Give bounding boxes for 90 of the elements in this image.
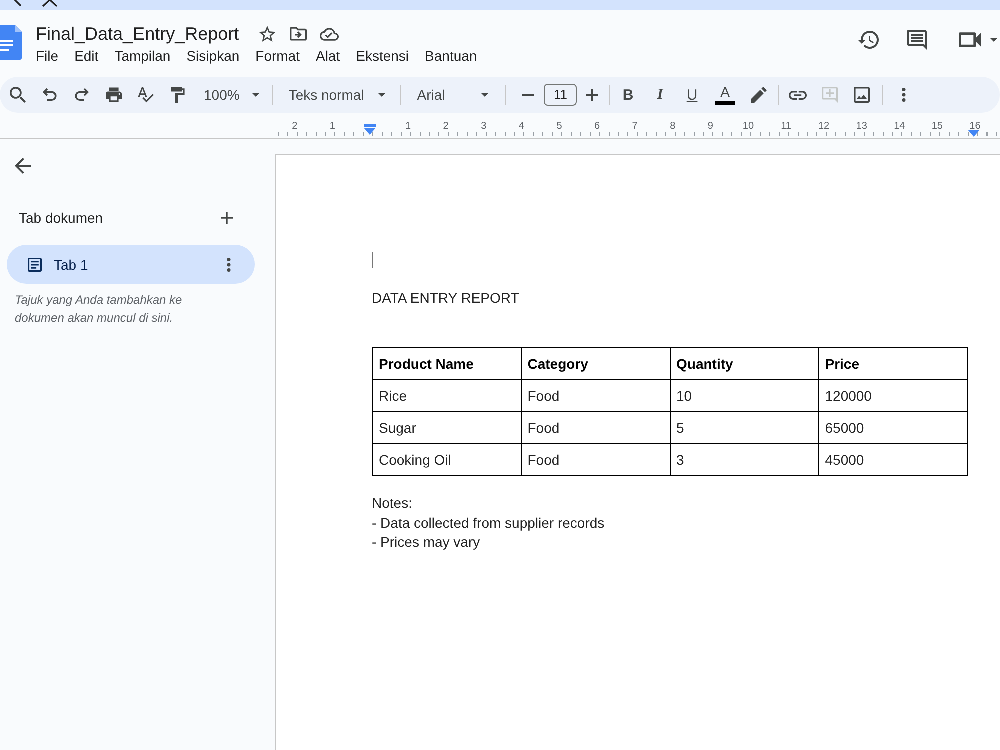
caret-icon [481, 93, 490, 97]
bold-button[interactable]: B [612, 81, 644, 109]
close-icon[interactable] [42, 0, 58, 7]
document-title[interactable]: Final_Data_Entry_Report [36, 23, 240, 45]
table-cell: 65000 [818, 412, 968, 444]
ruler-number: 1 [406, 121, 412, 132]
image-icon[interactable] [854, 87, 870, 103]
note-item: - Data collected from supplier records [372, 514, 605, 533]
menu-item[interactable]: Sisipkan [186, 46, 240, 66]
document-icon [28, 258, 42, 272]
menu-item[interactable]: Tampilan [114, 46, 171, 66]
outline-hint: Tajuk yang Anda tambahkan ke dokumen akan muncul di sini. [15, 292, 184, 327]
table-cell: Food [521, 412, 670, 444]
history-icon[interactable] [858, 31, 879, 49]
ruler-number: 4 [518, 121, 524, 132]
docs-logo-icon[interactable] [0, 25, 22, 60]
ruler-number: 15 [932, 121, 943, 132]
text-color-button[interactable]: A [708, 81, 742, 109]
minus-icon[interactable] [522, 94, 534, 96]
table-cell: 45000 [818, 444, 968, 476]
redo-icon[interactable] [75, 88, 89, 102]
ruler-number: 9 [708, 121, 714, 132]
pen-icon[interactable] [751, 87, 768, 103]
paragraph-style-dropdown[interactable]: Teks normal [278, 81, 394, 109]
table-cell: Cooking Oil [372, 444, 522, 476]
table-cell: Sugar [372, 412, 522, 444]
table-header-cell: Price [818, 348, 968, 380]
add-tab-icon[interactable] [221, 212, 233, 224]
indent-marker-icon[interactable] [364, 124, 376, 135]
table-cell: Food [521, 444, 670, 476]
table-cell: Rice [372, 380, 522, 412]
italic-button[interactable]: I [644, 81, 676, 109]
caret-icon[interactable] [990, 38, 998, 42]
table-cell: 10 [670, 380, 819, 412]
ruler-number: 3 [481, 121, 487, 132]
menu-item[interactable]: Bantuan [425, 46, 478, 66]
link-icon[interactable] [789, 90, 808, 100]
sidebar-heading: Tab dokumen [19, 210, 104, 226]
ruler-number: 5 [556, 121, 562, 132]
paint-roller-icon[interactable] [170, 87, 186, 103]
sidebar-tab[interactable]: Tab 1 [7, 245, 255, 284]
table-cell: Food [521, 380, 670, 412]
plus-icon[interactable] [586, 89, 598, 101]
ruler-number: 7 [632, 121, 638, 132]
note-item: - Prices may vary [372, 533, 480, 552]
table-header-cell: Product Name [372, 348, 522, 380]
ruler-number: 11 [781, 121, 792, 132]
ruler-number: 6 [594, 121, 600, 132]
menu-item[interactable]: Alat [316, 46, 340, 66]
ruler-number: 1 [330, 121, 336, 132]
ruler-number: 13 [856, 121, 868, 132]
comment-icon[interactable] [907, 30, 927, 50]
browser-back-icon[interactable] [14, 0, 22, 7]
search-icon[interactable] [10, 87, 26, 103]
spellcheck-icon[interactable] [138, 87, 154, 103]
caret-icon [378, 93, 386, 97]
menu-item[interactable]: Edit [74, 46, 99, 66]
ruler-number: 8 [670, 121, 676, 132]
more-options-icon[interactable] [227, 258, 231, 272]
ruler-number: 16 [970, 121, 981, 132]
zoom-dropdown[interactable]: 100% [194, 81, 266, 109]
folder-move-icon[interactable] [290, 27, 308, 41]
star-icon[interactable] [259, 26, 276, 42]
undo-icon[interactable] [43, 88, 57, 102]
menu-item[interactable]: File [36, 46, 59, 66]
menu-item[interactable]: Ekstensi [356, 46, 410, 66]
indent-marker-icon[interactable] [968, 130, 980, 137]
ruler-number: 2 [443, 121, 449, 132]
print-icon[interactable] [106, 87, 122, 103]
font-dropdown[interactable]: Arial [407, 81, 500, 109]
back-arrow-icon[interactable] [15, 158, 31, 174]
ruler-number: 2 [292, 121, 298, 132]
cloud-check-icon[interactable] [320, 28, 340, 40]
ruler-number: 14 [894, 121, 906, 132]
ruler-number: 12 [818, 121, 830, 132]
video-camera-icon[interactable] [959, 32, 981, 48]
table-cell: 5 [670, 412, 819, 444]
report-title: DATA ENTRY REPORT [372, 289, 520, 307]
table-header-cell: Category [521, 348, 670, 380]
notes-heading: Notes: [372, 494, 412, 513]
caret-icon [252, 93, 260, 97]
more-options-icon[interactable] [902, 88, 906, 102]
table-cell: 120000 [818, 380, 968, 412]
underline-button[interactable]: U [676, 81, 708, 109]
table-cell: 3 [670, 444, 819, 476]
table-header-cell: Quantity [670, 348, 819, 380]
font-size-field[interactable]: 11 [544, 84, 578, 106]
ruler-number: 10 [742, 121, 754, 132]
text-cursor [372, 252, 373, 268]
menu-item[interactable]: Format [256, 46, 300, 66]
